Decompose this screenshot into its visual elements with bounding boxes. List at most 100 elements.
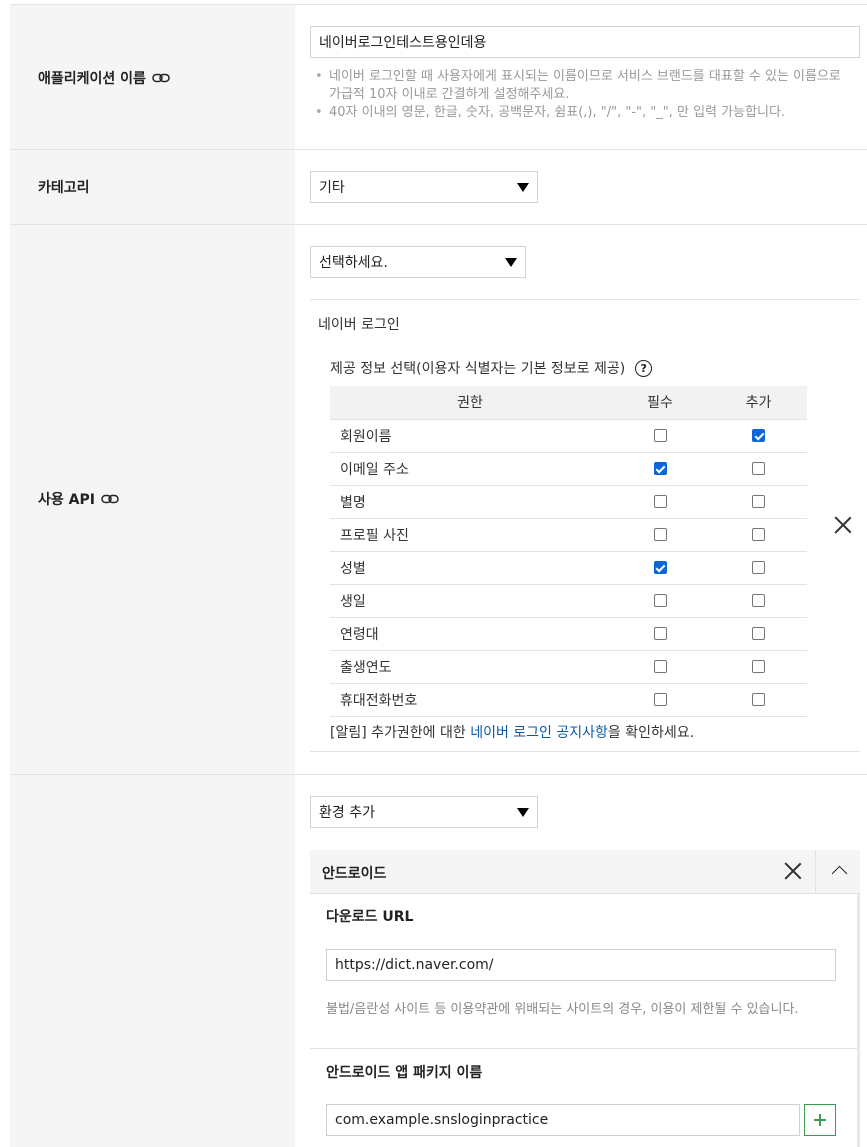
permissions-table: 권한 필수 추가 회원이름 이메일 주소 별명 프로필 사진 성별 생일 연령대 출생연도 휴대… [330,386,807,717]
info-title-wrap: 제공 정보 선택(이용자 식별자는 기본 정보로 제공) ? [330,358,653,378]
permission-name: 회원이름 [330,419,610,453]
app-name-label-cell: 애플리케이션 이름 [10,5,295,149]
permission-row: 이메일 주소 [330,452,807,486]
link-icon [152,73,170,83]
dropdown-caret-icon [517,807,529,817]
optional-cell [710,518,807,552]
optional-cell [710,419,807,453]
notice: [알림] 추가권한에 대한 네이버 로그인 공지사항을 확인하세요. [330,722,694,742]
dropdown-caret-icon [505,257,517,267]
permission-row: 별명 [330,485,807,519]
remove-platform-close-icon[interactable] [784,862,802,880]
required-cell [610,452,710,486]
download-url-label: 다운로드 URL [326,909,414,925]
optional-checkbox[interactable] [752,594,765,607]
required-checkbox[interactable] [653,429,667,442]
required-checkbox[interactable] [653,561,667,574]
category-label-cell: 카테고리 [10,150,295,224]
permission-name: 프로필 사진 [330,518,610,552]
required-checkbox[interactable] [653,528,667,541]
required-checkbox[interactable] [653,660,667,673]
permission-row: 출생연도 [330,650,807,684]
permission-name: 연령대 [330,617,610,651]
column-header: 추가 [710,386,807,420]
app-name-input[interactable]: 네이버로그인테스트용인데용 [310,26,860,58]
notice-suffix: 을 확인하세요. [607,725,695,741]
api-panel-title: 네이버 로그인 [318,317,400,333]
permission-name: 이메일 주소 [330,452,610,486]
permission-row: 연령대 [330,617,807,651]
header-divider [815,850,816,894]
required-cell [610,485,710,519]
api-select[interactable]: 선택하세요. [310,246,526,278]
optional-checkbox[interactable] [752,429,765,442]
app-name-hint: 40자 이내의 영문, 한글, 숫자, 공백문자, 쉼표(,), "/", "-… [315,104,855,122]
required-cell [610,518,710,552]
column-header: 권한 [330,386,610,420]
package-name-label: 안드로이드 앱 패키지 이름 [326,1065,483,1081]
required-cell [610,419,710,453]
notice-link[interactable]: 네이버 로그인 공지사항 [470,725,608,741]
optional-checkbox[interactable] [752,660,765,673]
optional-checkbox[interactable] [752,627,765,640]
permission-row: 휴대전화번호 [330,683,807,717]
permission-row: 성별 [330,551,807,585]
app-name-hint: 네이버 로그인할 때 사용자에게 표시되는 이름이므로 서비스 브랜드를 대표할… [315,68,855,104]
permission-name: 성별 [330,551,610,585]
optional-cell [710,683,807,717]
add-package-plus-button[interactable] [804,1104,836,1136]
optional-checkbox[interactable] [752,528,765,541]
required-cell [610,584,710,618]
app-name-hints: 네이버 로그인할 때 사용자에게 표시되는 이름이므로 서비스 브랜드를 대표할… [315,68,855,122]
required-checkbox[interactable] [653,693,667,706]
optional-checkbox[interactable] [752,495,765,508]
permission-name: 출생연도 [330,650,610,684]
section-divider [310,1048,857,1049]
package-name-input[interactable]: com.example.snsloginpractice [326,1104,800,1136]
optional-cell [710,485,807,519]
optional-cell [710,650,807,684]
optional-cell [710,551,807,585]
permission-row: 생일 [330,584,807,618]
category-label: 카테고리 [38,180,90,196]
collapse-chevron-up-icon[interactable] [832,864,846,878]
required-checkbox[interactable] [653,462,667,475]
optional-checkbox[interactable] [752,561,765,574]
download-url-input[interactable]: https://dict.naver.com/ [326,949,836,981]
android-environment-header: 안드로이드 [310,850,860,894]
environment-select[interactable]: 환경 추가 [310,796,538,828]
permission-name: 생일 [330,584,610,618]
optional-cell [710,617,807,651]
environment-scrollbar[interactable] [857,894,860,1147]
api-label-cell: 사용 API [10,225,295,774]
api-select-value: 선택하세요. [319,255,388,271]
required-checkbox[interactable] [653,594,667,607]
optional-checkbox[interactable] [752,462,765,475]
dropdown-caret-icon [517,182,529,192]
category-select[interactable]: 기타 [310,171,538,203]
required-cell [610,551,710,585]
api-label: 사용 API [38,492,95,508]
optional-cell [710,584,807,618]
info-title: 제공 정보 선택(이용자 식별자는 기본 정보로 제공) [330,361,626,377]
app-name-label: 애플리케이션 이름 [38,71,146,87]
required-cell [610,650,710,684]
naver-login-panel: 네이버 로그인 제공 정보 선택(이용자 식별자는 기본 정보로 제공) ? 권… [310,299,860,752]
remove-api-close-icon[interactable] [834,516,852,534]
required-cell [610,683,710,717]
permission-name: 휴대전화번호 [330,683,610,717]
help-icon[interactable]: ? [635,359,653,377]
environment-label-cell [10,775,295,1147]
optional-cell [710,452,807,486]
required-cell [610,617,710,651]
app-name-label-wrap: 애플리케이션 이름 [38,68,170,88]
required-checkbox[interactable] [653,627,667,640]
category-selected-value: 기타 [319,180,345,196]
required-checkbox[interactable] [653,495,667,508]
download-url-note: 불법/음란성 사이트 등 이용약관에 위배되는 사이트의 경우, 이용이 제한될… [326,1002,799,1017]
android-environment-box: 안드로이드 다운로드 URL https://dict.naver.com/ 불… [310,850,860,1147]
permission-name: 별명 [330,485,610,519]
permission-row: 회원이름 [330,419,807,453]
optional-checkbox[interactable] [752,693,765,706]
permission-row: 프로필 사진 [330,518,807,552]
